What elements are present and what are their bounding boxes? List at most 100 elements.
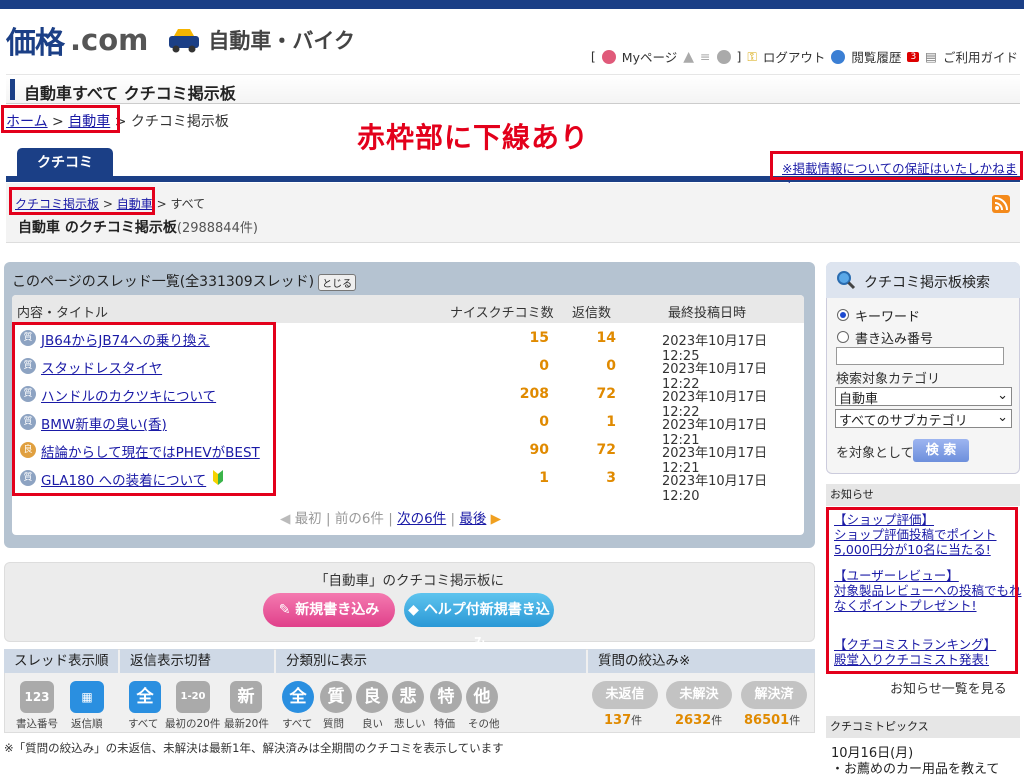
nice-count: 0 — [539, 358, 549, 374]
new-post-button[interactable]: ✎ 新規書き込み — [263, 593, 395, 627]
pager-last-link[interactable]: 最後 — [459, 511, 486, 527]
logo-name: 価格 — [6, 26, 65, 61]
unreplied-count-wrap: 137件 — [604, 712, 642, 728]
site-logo[interactable]: 価格 .com 自動車・バイク — [6, 22, 355, 61]
resolved-button[interactable]: 解決済 — [741, 681, 807, 709]
board-title-text: 自動車 のクチコミ掲示板 — [18, 220, 177, 236]
logo-dotcom: .com — [70, 23, 149, 57]
class-question-label: 質問 — [323, 718, 344, 730]
arrow-left-icon: ◀ — [280, 511, 291, 527]
count-unit: 件 — [631, 714, 643, 727]
mypage-icon — [601, 49, 616, 64]
count-unit: 件 — [789, 714, 801, 727]
sort-number-icon[interactable]: 123 — [20, 681, 54, 713]
history-link[interactable]: 閲覧履歴 — [851, 47, 901, 66]
col-replies: 返信数 — [572, 306, 612, 321]
sort-reply-label: 返信順 — [71, 718, 103, 730]
radio-keyword[interactable] — [837, 309, 849, 321]
class-good-label: 良い — [362, 718, 383, 730]
resolved-count-wrap: 86501件 — [744, 712, 800, 728]
reply-count: 1 — [606, 414, 616, 430]
close-button[interactable]: とじる — [318, 273, 357, 291]
logout-link[interactable]: ログアウト — [763, 47, 826, 66]
category-name: 自動車・バイク — [208, 29, 355, 53]
subcategory-select[interactable]: すべてのサブカテゴリ ⌄ — [835, 409, 1012, 429]
category-label: 検索対象カテゴリ — [836, 372, 941, 387]
class-other-icon[interactable]: 他 — [466, 681, 498, 713]
sub-breadcrumb-current: すべて — [170, 197, 206, 211]
arrow-right-icon[interactable]: ▶ — [491, 511, 501, 527]
breadcrumb-sep: > — [156, 197, 167, 211]
search-title: クチコミ掲示板検索 — [864, 275, 990, 291]
key-icon: ⚿ — [747, 48, 757, 64]
reply-latest-icon[interactable]: 新 — [230, 681, 262, 713]
reply-first20-label: 最初の20件 — [165, 718, 221, 730]
highlight-box — [9, 187, 155, 215]
search-icon — [836, 270, 856, 290]
pager-next-link[interactable]: 次の6件 — [397, 511, 446, 527]
new-post-label: 新規書き込み — [295, 602, 380, 618]
page-title: 自動車すべて クチコミ掲示板 — [24, 84, 236, 103]
class-question-icon[interactable]: 質 — [320, 681, 352, 713]
reply-count: 14 — [596, 330, 616, 346]
bracket: [ — [590, 49, 596, 64]
annotation-text: 赤枠部に下線あり — [357, 121, 590, 154]
chat-icon[interactable] — [716, 49, 731, 64]
topics-item-link[interactable]: ・お薦めのカー用品を教えて — [831, 758, 999, 777]
col-last: 最終投稿日時 — [668, 306, 747, 321]
class-good-icon[interactable]: 良 — [356, 681, 388, 713]
category-select[interactable]: 自動車 ⌄ — [835, 387, 1012, 407]
guide-link[interactable]: ご利用ガイド — [943, 47, 1018, 66]
tab-kuchikomi[interactable]: クチコミ — [17, 148, 113, 178]
warning-icon[interactable]: ▲ — [683, 49, 694, 65]
reply-count: 72 — [596, 442, 616, 458]
list-icon[interactable]: ≡ — [700, 49, 710, 64]
class-sad-label: 悲しい — [394, 718, 426, 730]
mypage-link[interactable]: Myページ — [622, 47, 677, 66]
search-button[interactable]: 検 索 — [913, 439, 969, 462]
class-sad-icon[interactable]: 悲 — [392, 681, 424, 713]
highlight-box — [1, 105, 120, 133]
header-accent — [10, 79, 15, 100]
col-nice: ナイスクチコミ数 — [450, 306, 554, 321]
class-sale-label: 特価 — [434, 718, 455, 730]
pager-sep: | — [325, 511, 331, 527]
reply-latest-label: 最新20件 — [224, 718, 269, 730]
class-sale-icon[interactable]: 特 — [430, 681, 462, 713]
sort-number-label: 書込番号 — [16, 718, 58, 730]
page-header: 自動車すべて クチコミ掲示板 — [6, 74, 1020, 104]
pager-sep: | — [388, 511, 393, 527]
sort-reply-icon[interactable]: ▦ — [70, 681, 104, 713]
help-post-button[interactable]: ◆ ヘルプ付新規書き込み — [404, 593, 554, 652]
subcategory-select-value: すべてのサブカテゴリ — [839, 414, 968, 429]
unreplied-button[interactable]: 未返信 — [592, 681, 658, 709]
reply-all-icon[interactable]: 全 — [129, 681, 161, 713]
reply-first20-icon[interactable]: 1-20 — [176, 681, 210, 713]
chevron-down-icon: ⌄ — [997, 388, 1008, 403]
radio-number-label: 書き込み番号 — [855, 332, 934, 347]
bracket: ] — [736, 49, 742, 64]
breadcrumb-current: クチコミ掲示板 — [130, 114, 229, 130]
board-title: 自動車 のクチコミ掲示板(2988844件) — [18, 217, 258, 237]
unresolved-count-wrap: 2632件 — [675, 712, 722, 728]
reply-all-label: すべて — [128, 718, 159, 730]
pager-first: 最初 — [294, 511, 322, 527]
thread-table-header: 内容・タイトル ナイスクチコミ数 返信数 最終投稿日時 — [12, 295, 804, 323]
radio-number[interactable] — [837, 331, 849, 343]
rss-icon[interactable] — [992, 195, 1010, 213]
question-filter-heading: 質問の絞込み※ — [588, 649, 815, 673]
reply-count: 3 — [606, 470, 616, 486]
pager-prev: 前の6件 — [334, 511, 384, 527]
unresolved-button[interactable]: 未解決 — [666, 681, 732, 709]
class-all-icon[interactable]: 全 — [282, 681, 314, 713]
new-post-text: 「自動車」のクチコミ掲示板に — [315, 573, 504, 589]
history-badge: 3 — [907, 51, 920, 62]
search-input[interactable] — [836, 347, 1004, 365]
pencil-icon: ✎ — [278, 602, 296, 618]
reply-count: 0 — [606, 358, 616, 374]
all-notices-link[interactable]: お知らせ一覧を見る — [890, 678, 1007, 697]
guide-icon: ▤ — [925, 49, 937, 64]
nice-count: 1 — [539, 470, 549, 486]
highlight-box — [770, 151, 1023, 180]
resolved-count: 86501 — [744, 713, 790, 728]
